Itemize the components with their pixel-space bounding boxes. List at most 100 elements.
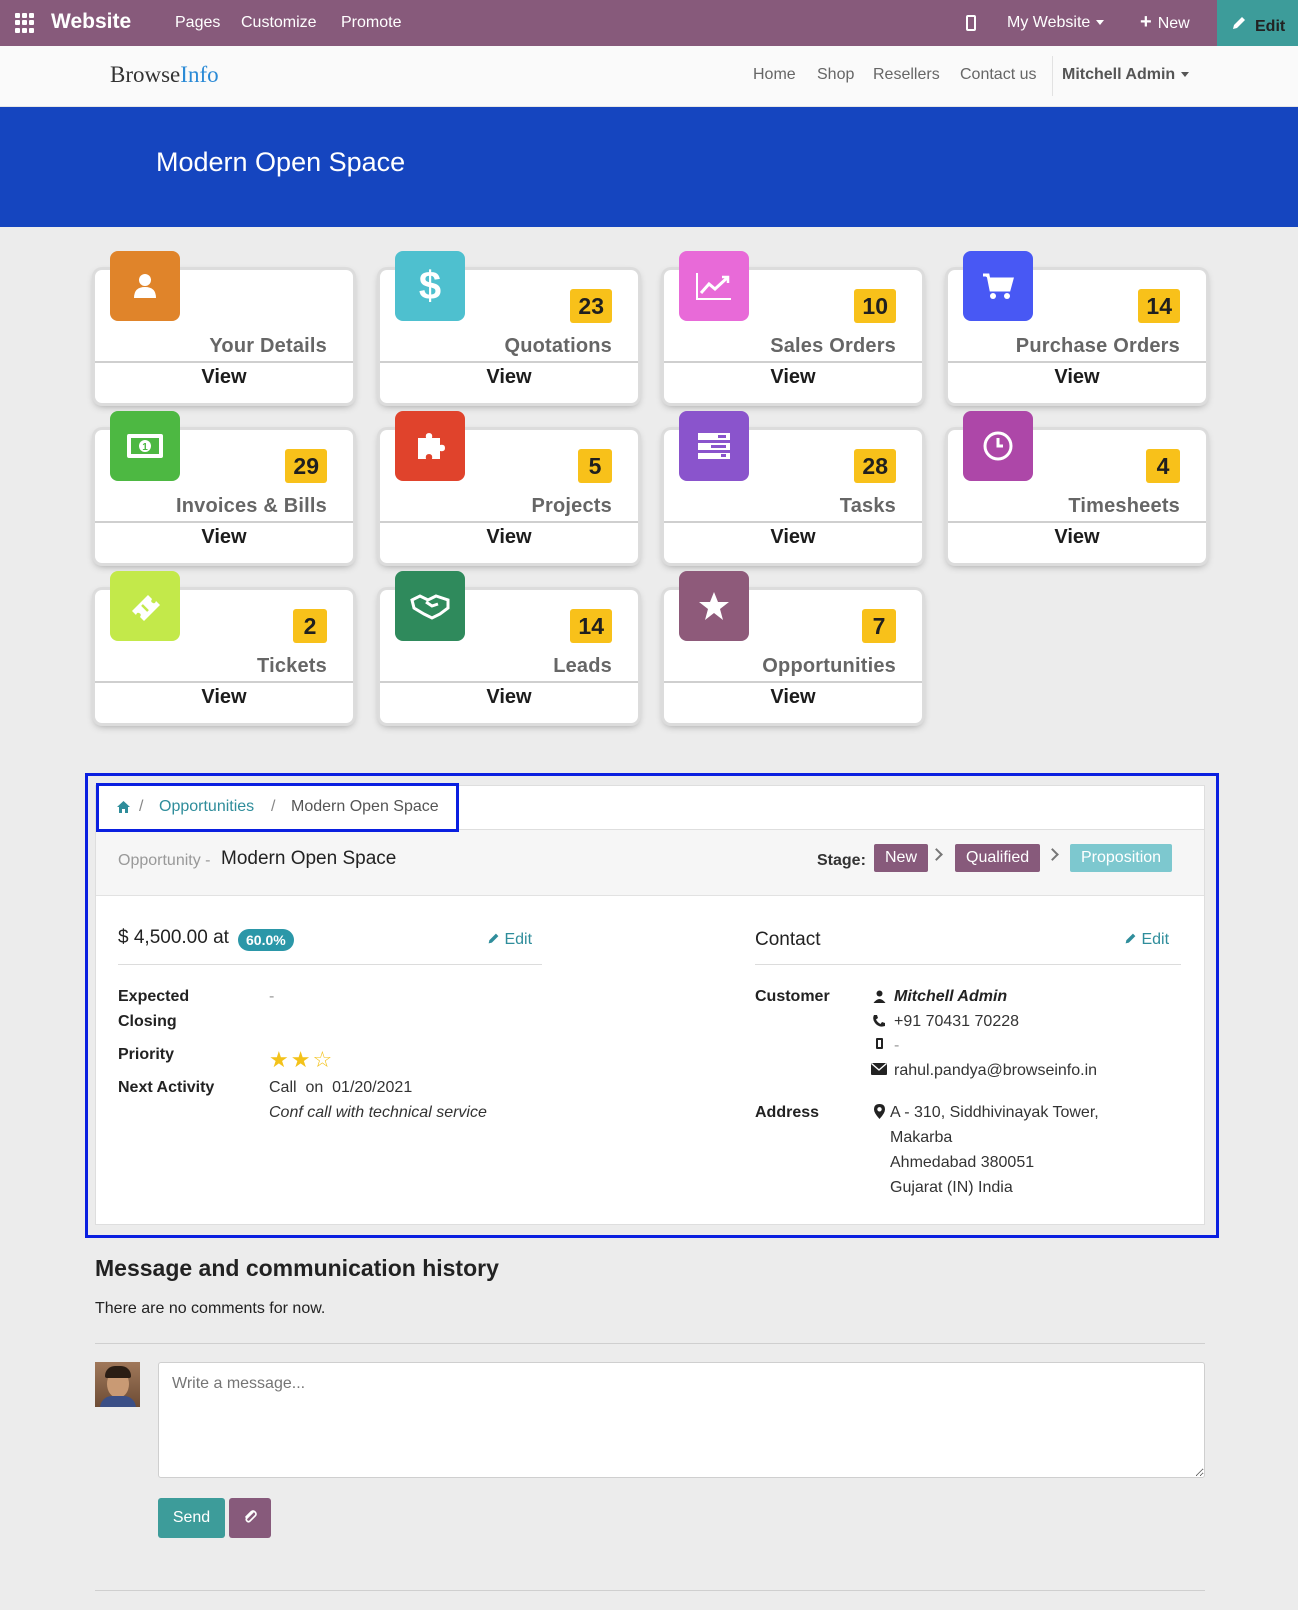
- card-title: Purchase Orders: [1015, 335, 1180, 357]
- logo-text-a: Browse: [110, 62, 181, 87]
- count-badge: 5: [578, 449, 612, 483]
- count-badge: 10: [854, 289, 896, 323]
- send-button[interactable]: Send: [158, 1498, 225, 1538]
- portal-card-tickets[interactable]: 2 Tickets View: [95, 571, 353, 723]
- view-link[interactable]: View: [380, 366, 638, 389]
- new-button[interactable]: + New: [1140, 11, 1190, 33]
- menu-pages[interactable]: Pages: [175, 14, 220, 32]
- view-link[interactable]: View: [664, 366, 922, 389]
- divider: [380, 681, 638, 683]
- new-label: New: [1157, 15, 1190, 32]
- view-link[interactable]: View: [95, 686, 353, 709]
- card-title: Projects: [531, 495, 612, 517]
- line-chart-icon: [679, 251, 749, 321]
- site-logo[interactable]: BrowseInfo: [110, 62, 219, 88]
- pencil-icon: [1233, 17, 1245, 29]
- portal-card-tasks[interactable]: 28 Tasks View: [664, 411, 922, 563]
- user-menu[interactable]: Mitchell Admin: [1062, 66, 1190, 84]
- card-title: Invoices & Bills: [175, 495, 327, 517]
- user-name: Mitchell Admin: [1062, 66, 1176, 83]
- my-website-dropdown[interactable]: My Website: [1007, 14, 1105, 32]
- divider: [664, 521, 922, 523]
- count-badge: 29: [285, 449, 327, 483]
- money-icon: 1: [110, 411, 180, 481]
- card-title: Tickets: [257, 655, 327, 677]
- card-title: Tasks: [839, 495, 896, 517]
- card-title: Your Details: [209, 335, 327, 357]
- card-title: Leads: [553, 655, 612, 677]
- clock-icon: [963, 411, 1033, 481]
- divider: [95, 1590, 1205, 1591]
- star-icon: [679, 571, 749, 641]
- avatar: [95, 1362, 140, 1407]
- count-badge: 14: [570, 609, 612, 643]
- count-badge: 2: [293, 609, 327, 643]
- chevron-down-icon: [1096, 20, 1105, 26]
- logo-text-b: Info: [180, 62, 219, 87]
- view-link[interactable]: View: [664, 526, 922, 549]
- portal-card-opportunities[interactable]: 7 Opportunities View: [664, 571, 922, 723]
- portal-card-quotations[interactable]: $23 Quotations View: [380, 251, 638, 403]
- divider: [95, 681, 353, 683]
- view-link[interactable]: View: [948, 526, 1206, 549]
- menu-promote[interactable]: Promote: [341, 14, 401, 32]
- count-badge: 7: [862, 609, 896, 643]
- ticket-icon: [110, 571, 180, 641]
- edit-button[interactable]: Edit: [1217, 0, 1298, 46]
- portal-card-projects[interactable]: 5 Projects View: [380, 411, 638, 563]
- portal-card-leads[interactable]: 14 Leads View: [380, 571, 638, 723]
- view-link[interactable]: View: [948, 366, 1206, 389]
- admin-topbar: Website Pages Customize Promote My Websi…: [0, 0, 1298, 46]
- view-link[interactable]: View: [95, 366, 353, 389]
- divider: [948, 361, 1206, 363]
- portal-card-invoices-bills[interactable]: 1 29 Invoices & Bills View: [95, 411, 353, 563]
- message-input[interactable]: [158, 1362, 1205, 1478]
- puzzle-icon: [395, 411, 465, 481]
- portal-card-your-details[interactable]: Your Details View: [95, 251, 353, 403]
- site-header: BrowseInfo Home Shop Resellers Contact u…: [0, 46, 1298, 107]
- portal-card-purchase-orders[interactable]: 14 Purchase Orders View: [948, 251, 1206, 403]
- count-badge: 28: [854, 449, 896, 483]
- view-link[interactable]: View: [380, 686, 638, 709]
- card-title: Timesheets: [1068, 495, 1180, 517]
- view-link[interactable]: View: [380, 526, 638, 549]
- nav-divider: [1052, 56, 1053, 96]
- view-link[interactable]: View: [95, 526, 353, 549]
- divider: [664, 361, 922, 363]
- menu-customize[interactable]: Customize: [241, 14, 317, 32]
- card-title: Quotations: [504, 335, 612, 357]
- card-title: Sales Orders: [770, 335, 896, 357]
- page-title: Modern Open Space: [156, 147, 406, 177]
- divider: [380, 361, 638, 363]
- card-title: Opportunities: [762, 655, 896, 677]
- portal-card-timesheets[interactable]: 4 Timesheets View: [948, 411, 1206, 563]
- nav-home[interactable]: Home: [753, 66, 796, 84]
- plus-icon: +: [1140, 11, 1152, 33]
- count-badge: 14: [1138, 289, 1180, 323]
- handshake-icon: [395, 571, 465, 641]
- apps-menu-icon[interactable]: [15, 13, 35, 33]
- divider: [95, 361, 353, 363]
- divider: [380, 521, 638, 523]
- page-hero: Modern Open Space: [0, 107, 1298, 227]
- no-comments-text: There are no comments for now.: [95, 1300, 326, 1317]
- mobile-preview-icon[interactable]: [966, 15, 976, 31]
- highlight-frame: [85, 773, 1219, 1238]
- nav-shop[interactable]: Shop: [817, 66, 854, 84]
- app-brand[interactable]: Website: [51, 10, 131, 34]
- dollar-icon: $: [395, 251, 465, 321]
- cart-icon: [963, 251, 1033, 321]
- nav-contact-us[interactable]: Contact us: [960, 66, 1036, 84]
- messages-title: Message and communication history: [95, 1255, 499, 1281]
- user-icon: [110, 251, 180, 321]
- divider: [664, 681, 922, 683]
- count-badge: 4: [1146, 449, 1180, 483]
- view-link[interactable]: View: [664, 686, 922, 709]
- portal-card-sales-orders[interactable]: 10 Sales Orders View: [664, 251, 922, 403]
- tasks-icon: [679, 411, 749, 481]
- attach-button[interactable]: [229, 1498, 271, 1538]
- divider: [948, 521, 1206, 523]
- paperclip-icon: [245, 1509, 257, 1523]
- breadcrumb-highlight-frame: [96, 783, 459, 832]
- nav-resellers[interactable]: Resellers: [873, 66, 940, 84]
